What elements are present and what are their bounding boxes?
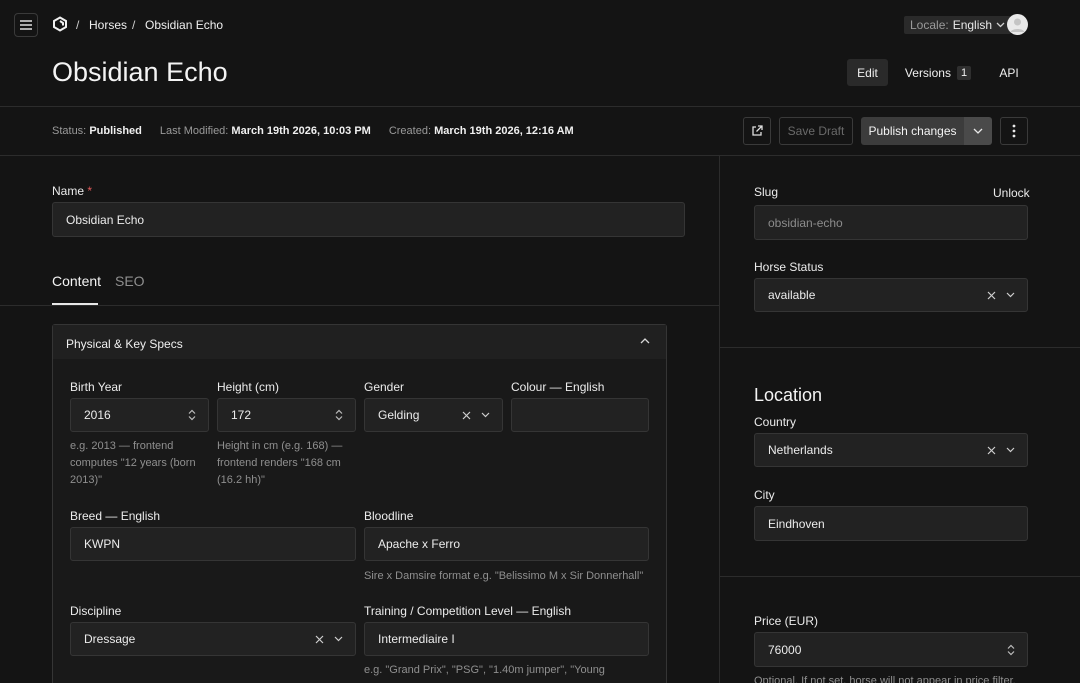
discipline-label: Discipline — [70, 604, 122, 618]
chevron-down-icon[interactable] — [1006, 447, 1015, 453]
country-value: Netherlands — [768, 443, 833, 457]
modified-value: March 19th 2026, 10:03 PM — [231, 125, 371, 137]
gender-select[interactable]: Gelding — [364, 398, 503, 432]
tab-seo[interactable]: SEO — [115, 273, 145, 289]
clear-icon[interactable] — [987, 446, 996, 455]
clear-icon[interactable] — [987, 291, 996, 300]
versions-label: Versions — [904, 65, 951, 80]
chevron-up-icon[interactable] — [640, 338, 650, 344]
bloodline-label: Bloodline — [364, 509, 414, 523]
discipline-select[interactable]: Dressage — [70, 622, 356, 656]
training-input[interactable]: Intermediaire I — [364, 622, 649, 656]
versions-tab[interactable]: Versions 1 — [902, 59, 974, 86]
locale-label: Locale: — [910, 18, 949, 32]
height-help: Height in cm (e.g. 168) — frontend rende… — [217, 440, 343, 486]
status-label: Status: — [52, 125, 87, 137]
location-section-title: Location — [754, 385, 823, 405]
locale-value: English — [952, 18, 993, 32]
created-value: March 19th 2026, 12:16 AM — [434, 125, 574, 137]
height-input[interactable]: 172 — [217, 398, 356, 432]
discipline-value: Dressage — [84, 632, 136, 646]
status-value: Published — [89, 125, 142, 137]
slug-input[interactable]: obsidian-echo — [754, 205, 1028, 240]
chevron-down-icon[interactable] — [334, 636, 343, 642]
menu-toggle-button[interactable] — [14, 13, 38, 37]
page-title: Obsidian Echo — [52, 57, 228, 87]
stepper-icon[interactable] — [335, 409, 343, 421]
training-label: Training / Competition Level — English — [364, 604, 571, 618]
unlock-slug-button[interactable]: Unlock — [993, 186, 1030, 200]
city-input[interactable]: Eindhoven — [754, 506, 1028, 541]
versions-count-badge: 1 — [956, 65, 972, 80]
country-select[interactable]: Netherlands — [754, 433, 1028, 467]
more-options-button[interactable] — [1000, 117, 1028, 145]
required-marker: * — [87, 184, 93, 198]
locale-selector[interactable]: Locale: English — [904, 16, 1012, 34]
save-draft-button[interactable]: Save Draft — [779, 117, 853, 145]
birth-year-label: Birth Year — [70, 380, 123, 394]
tab-content[interactable]: Content — [52, 273, 101, 289]
breed-label: Breed — English — [70, 509, 161, 523]
document-meta: Status: Published Last Modified: March 1… — [52, 125, 574, 137]
city-label: City — [754, 488, 775, 502]
group-title: Physical & Key Specs — [66, 337, 183, 351]
price-input[interactable]: 76000 — [754, 632, 1028, 667]
more-vertical-icon — [1012, 124, 1016, 138]
chevron-down-icon[interactable] — [481, 412, 490, 418]
hamburger-icon — [20, 20, 32, 30]
horse-status-select[interactable]: available — [754, 278, 1028, 312]
horse-status-label: Horse Status — [754, 260, 824, 274]
slug-label: Slug — [754, 185, 779, 199]
created-label: Created: — [388, 125, 432, 137]
stepper-icon[interactable] — [1007, 644, 1015, 656]
publish-options-button[interactable] — [964, 117, 992, 145]
api-tab[interactable]: API — [992, 59, 1026, 86]
publish-changes-button[interactable]: Publish changes — [861, 117, 964, 145]
birth-year-value: 2016 — [84, 408, 111, 422]
training-help: e.g. "Grand Prix", "PSG", "1.40m jumper"… — [364, 664, 605, 676]
open-preview-button[interactable] — [743, 117, 771, 145]
breadcrumb-collection-link[interactable]: Horses — [89, 18, 127, 32]
height-label: Height (cm) — [217, 380, 280, 394]
breed-input[interactable]: KWPN — [70, 527, 356, 561]
country-label: Country — [754, 415, 797, 429]
clear-icon[interactable] — [462, 411, 471, 420]
gender-value: Gelding — [378, 408, 420, 422]
colour-label: Colour — English — [511, 380, 605, 394]
birth-year-help: e.g. 2013 — frontend computes "12 years … — [70, 440, 196, 486]
modified-label: Last Modified: — [159, 125, 229, 137]
horse-status-value: available — [768, 288, 816, 302]
breadcrumb-separator: / — [132, 18, 136, 32]
clear-icon[interactable] — [315, 635, 324, 644]
gender-label: Gender — [364, 380, 405, 394]
price-label: Price (EUR) — [754, 614, 819, 628]
name-label: Name * — [52, 184, 93, 198]
external-link-icon — [752, 125, 763, 136]
avatar[interactable] — [1007, 14, 1028, 35]
stepper-icon[interactable] — [188, 409, 196, 421]
edit-tab[interactable]: Edit — [847, 59, 888, 86]
birth-year-input[interactable]: 2016 — [70, 398, 209, 432]
chevron-down-icon[interactable] — [1006, 292, 1015, 298]
colour-input[interactable] — [511, 398, 649, 432]
height-value: 172 — [231, 408, 252, 422]
bloodline-input[interactable]: Apache x Ferro — [364, 527, 649, 561]
price-help: Optional. If not set, horse will not app… — [754, 675, 1016, 683]
name-input[interactable]: Obsidian Echo — [52, 202, 685, 237]
breadcrumb-separator: / — [76, 18, 80, 32]
breadcrumb-current: Obsidian Echo — [145, 18, 224, 32]
chevron-down-icon — [996, 22, 1005, 28]
chevron-down-icon — [973, 128, 983, 134]
price-value: 76000 — [768, 642, 802, 657]
user-icon — [1010, 18, 1025, 32]
logo-icon[interactable] — [52, 16, 68, 32]
bloodline-help: Sire x Damsire format e.g. "Belissimo M … — [364, 570, 644, 582]
